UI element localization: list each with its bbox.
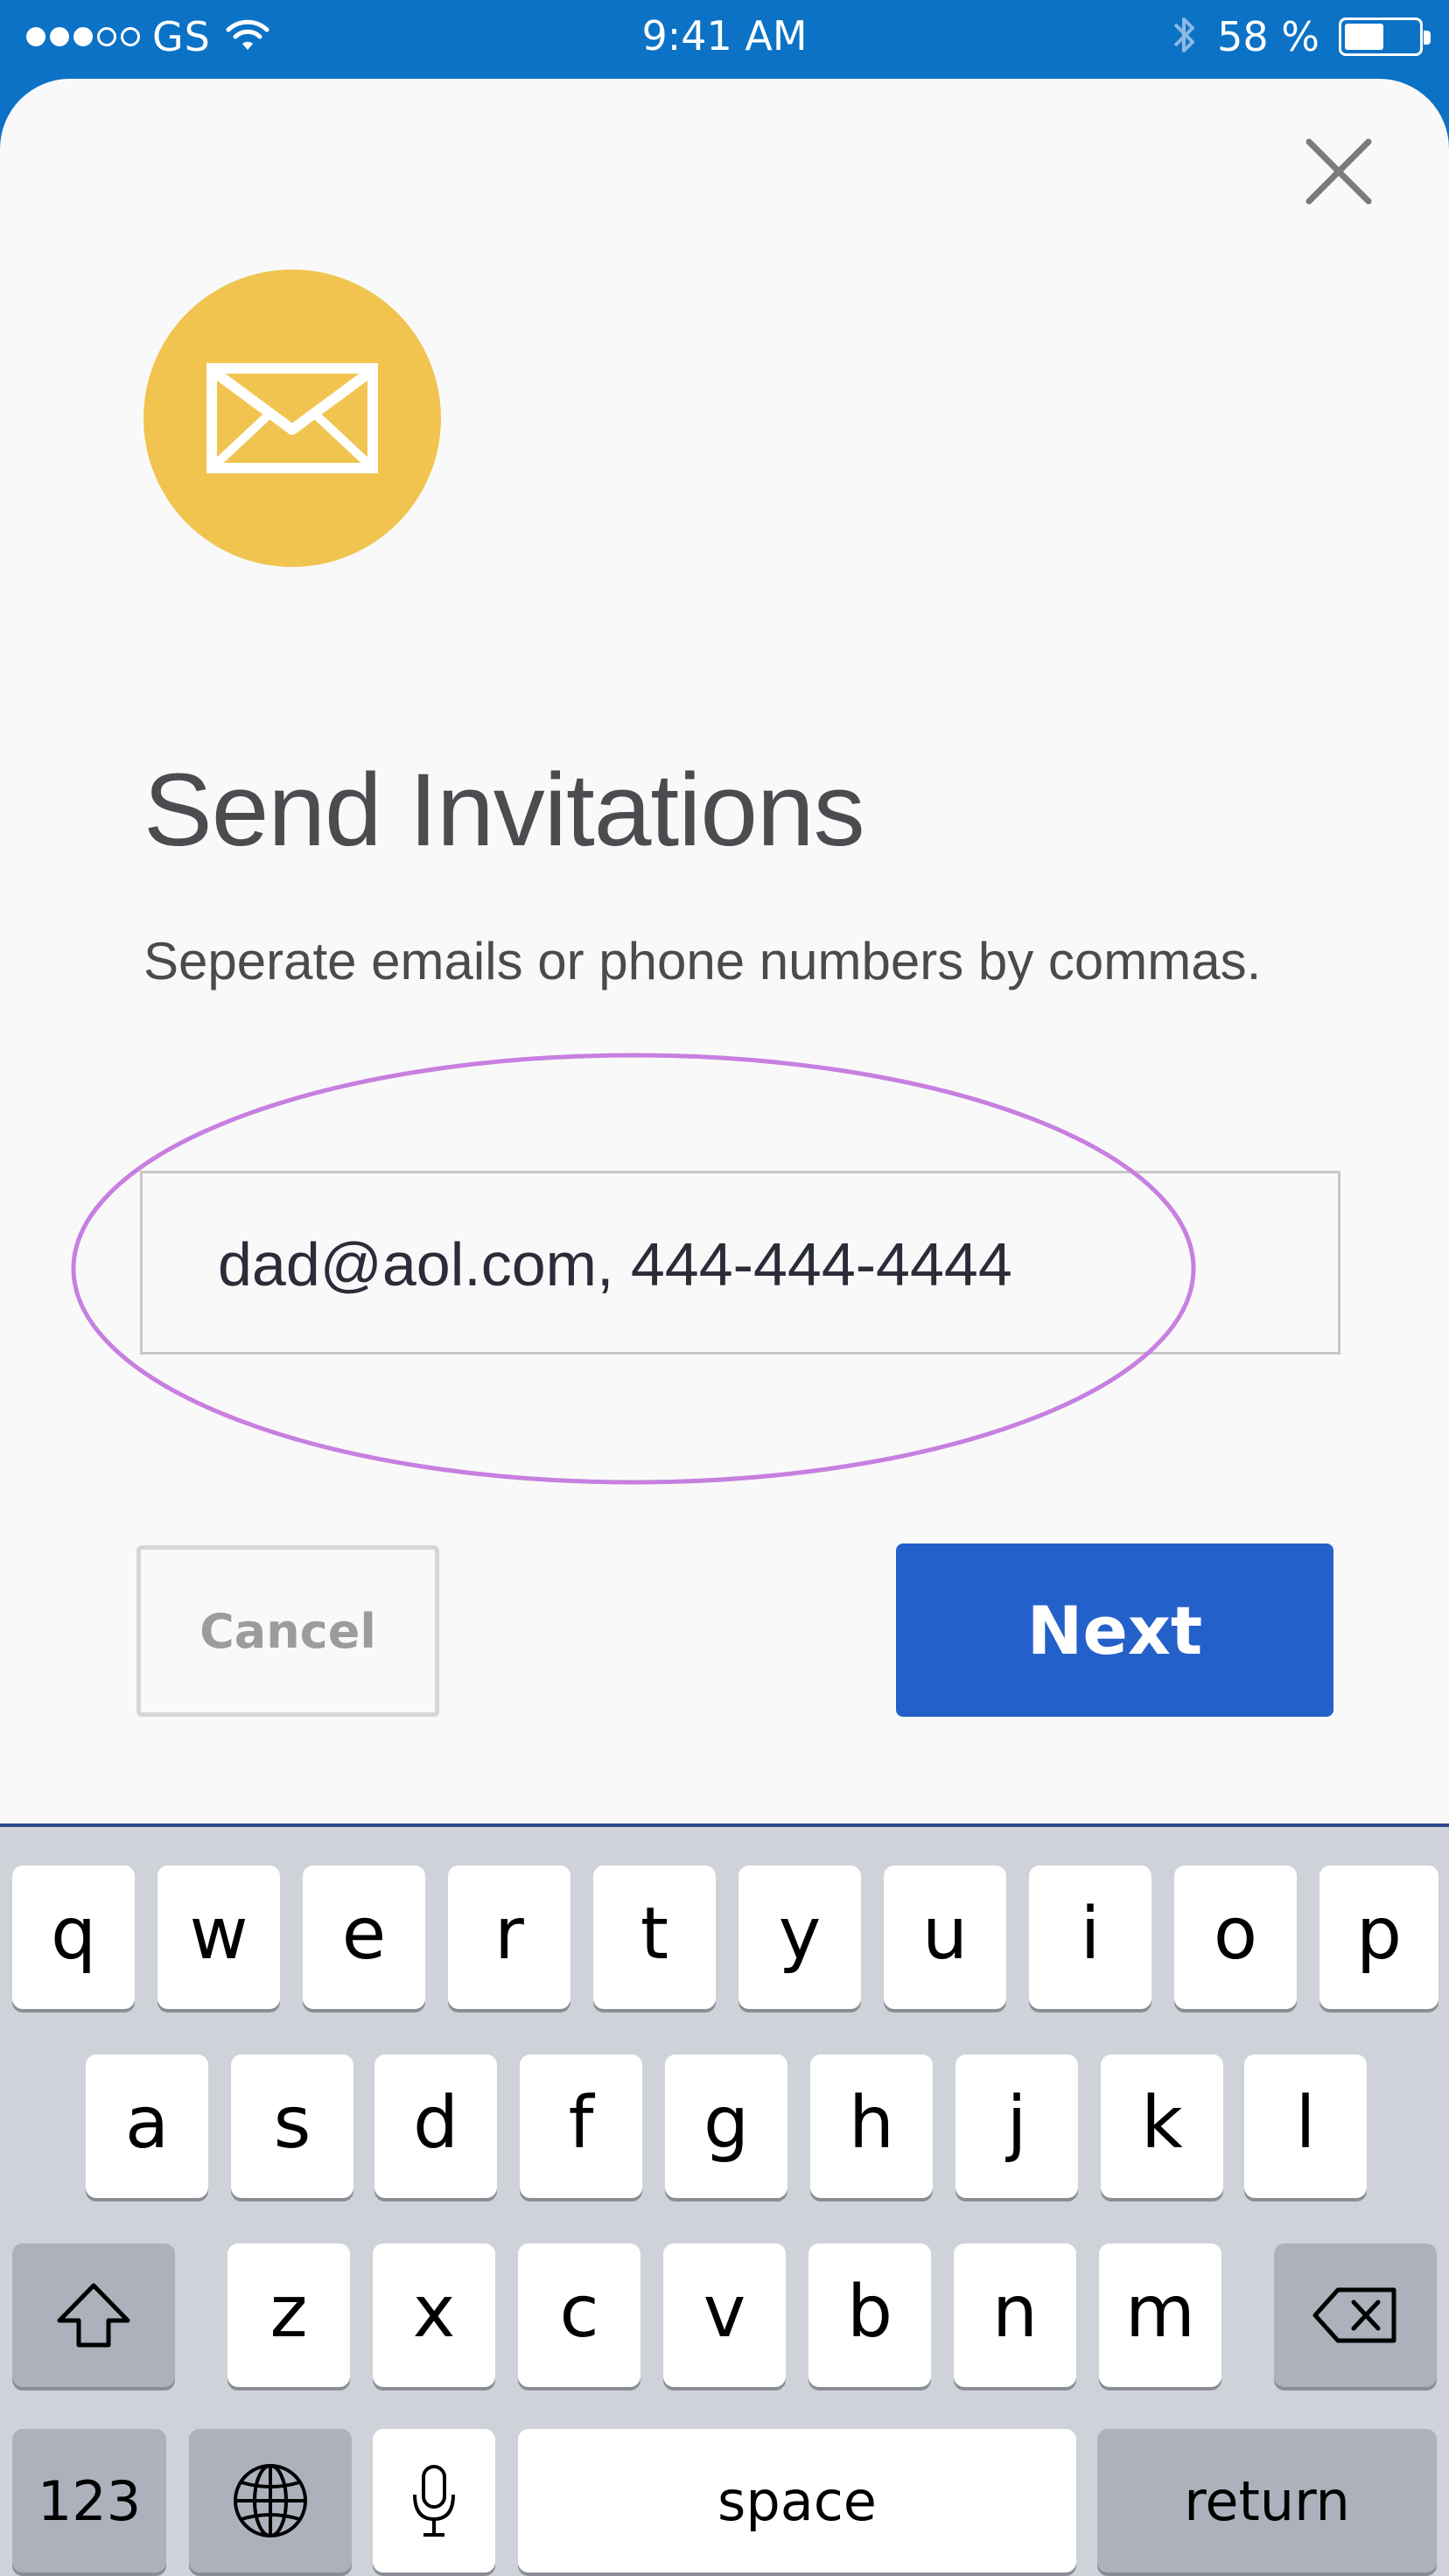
return-key[interactable]: return	[1097, 2429, 1437, 2572]
shift-key[interactable]	[12, 2244, 175, 2387]
key-x[interactable]: x	[373, 2244, 495, 2387]
cancel-button[interactable]: Cancel	[136, 1545, 439, 1717]
key-h[interactable]: h	[810, 2054, 933, 2198]
keyboard: q w e r t y u i o p a s d f g h j k l z …	[0, 1824, 1449, 2576]
key-g[interactable]: g	[665, 2054, 788, 2198]
close-button[interactable]	[1298, 131, 1379, 212]
key-s[interactable]: s	[231, 2054, 354, 2198]
key-q[interactable]: q	[12, 1866, 135, 2009]
key-f[interactable]: f	[520, 2054, 642, 2198]
shift-icon	[57, 2283, 130, 2348]
dialog-subtitle: Seperate emails or phone numbers by comm…	[144, 932, 1262, 990]
key-j[interactable]: j	[956, 2054, 1078, 2198]
next-button[interactable]: Next	[896, 1544, 1334, 1717]
key-b[interactable]: b	[808, 2244, 931, 2387]
battery-percent: 58 %	[1217, 13, 1320, 60]
key-r[interactable]: r	[448, 1866, 570, 2009]
key-w[interactable]: w	[158, 1866, 280, 2009]
backspace-icon	[1312, 2287, 1396, 2343]
key-m[interactable]: m	[1099, 2244, 1222, 2387]
recipients-input[interactable]: dad@aol.com, 444-444-4444	[140, 1171, 1340, 1354]
dialog-title: Send Invitations	[144, 752, 865, 868]
key-u[interactable]: u	[884, 1866, 1006, 2009]
key-z[interactable]: z	[228, 2244, 350, 2387]
delete-key[interactable]	[1274, 2244, 1437, 2387]
key-i[interactable]: i	[1029, 1866, 1152, 2009]
key-k[interactable]: k	[1101, 2054, 1223, 2198]
envelope-icon	[206, 363, 378, 473]
globe-icon	[234, 2464, 307, 2538]
key-a[interactable]: a	[86, 2054, 208, 2198]
key-t[interactable]: t	[593, 1866, 716, 2009]
close-icon	[1306, 138, 1372, 205]
battery-icon	[1339, 18, 1431, 56]
key-n[interactable]: n	[954, 2244, 1076, 2387]
key-o[interactable]: o	[1174, 1866, 1297, 2009]
key-y[interactable]: y	[738, 1866, 861, 2009]
space-key[interactable]: space	[518, 2429, 1076, 2572]
microphone-icon	[413, 2465, 455, 2537]
key-c[interactable]: c	[518, 2244, 640, 2387]
status-bar-right: 58 %	[1172, 10, 1431, 63]
key-d[interactable]: d	[374, 2054, 497, 2198]
status-bar: GS 9:41 AM 58 %	[0, 0, 1449, 79]
key-e[interactable]: e	[303, 1866, 425, 2009]
bluetooth-icon	[1172, 12, 1198, 61]
envelope-badge	[144, 270, 441, 567]
dictation-key[interactable]	[373, 2429, 495, 2572]
key-p[interactable]: p	[1320, 1866, 1438, 2009]
numbers-key[interactable]: 123	[12, 2429, 166, 2572]
globe-key[interactable]	[189, 2429, 352, 2572]
key-l[interactable]: l	[1244, 2054, 1367, 2198]
recipients-input-value[interactable]: dad@aol.com, 444-444-4444	[218, 1229, 1012, 1299]
key-v[interactable]: v	[663, 2244, 786, 2387]
